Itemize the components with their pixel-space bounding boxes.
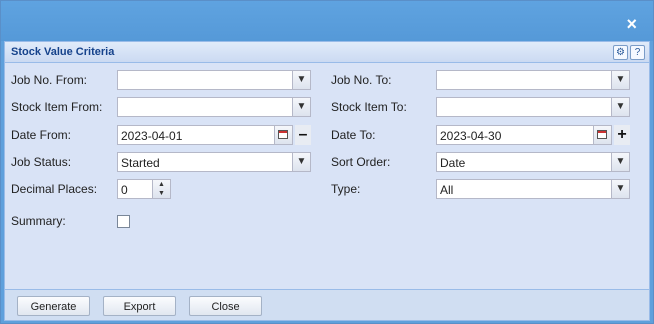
- sort-order-value: Date: [440, 156, 466, 170]
- stock-item-from-label: Stock Item From:: [11, 100, 103, 114]
- sort-order-combo[interactable]: Date ▼: [436, 152, 630, 172]
- date-from-value: 2023-04-01: [121, 129, 183, 143]
- chevron-down-icon[interactable]: ▼: [611, 98, 629, 116]
- spin-up-icon[interactable]: ▲: [158, 181, 165, 188]
- stock-item-from-combo[interactable]: ▼: [117, 97, 311, 117]
- criteria-panel: Stock Value Criteria ⚙ ? Job No. From: ▼…: [4, 41, 650, 321]
- decimal-places-spinner[interactable]: 0 ▲ ▼: [117, 179, 171, 199]
- close-icon[interactable]: ×: [626, 15, 637, 33]
- chevron-down-icon[interactable]: ▼: [292, 153, 310, 171]
- gear-icon[interactable]: ⚙: [613, 45, 628, 60]
- stock-item-to-label: Stock Item To:: [331, 100, 407, 114]
- dialog-window: × Stock Value Criteria ⚙ ? Job No. From:…: [0, 0, 654, 324]
- stock-item-to-combo[interactable]: ▼: [436, 97, 630, 117]
- date-to-label: Date To:: [331, 128, 376, 142]
- date-to-field[interactable]: 2023-04-30: [436, 125, 612, 145]
- plus-button[interactable]: +: [614, 125, 630, 145]
- button-bar: Generate Export Close: [5, 289, 649, 320]
- job-no-from-label: Job No. From:: [11, 73, 88, 87]
- panel-title: Stock Value Criteria: [11, 46, 115, 58]
- chevron-down-icon[interactable]: ▼: [611, 71, 629, 89]
- export-button[interactable]: Export: [103, 296, 176, 316]
- job-status-value: Started: [121, 156, 160, 170]
- sort-order-label: Sort Order:: [331, 155, 391, 169]
- summary-label: Summary:: [11, 214, 66, 228]
- job-no-from-combo[interactable]: ▼: [117, 70, 311, 90]
- type-value: All: [440, 183, 454, 197]
- decimal-places-value: 0: [121, 183, 128, 197]
- dialog-titlebar: ×: [1, 1, 653, 41]
- calendar-icon[interactable]: [274, 126, 292, 144]
- type-label: Type:: [331, 182, 361, 196]
- calendar-glyph: [278, 130, 288, 139]
- help-icon[interactable]: ?: [630, 45, 645, 60]
- date-from-label: Date From:: [11, 128, 72, 142]
- close-button[interactable]: Close: [189, 296, 262, 316]
- spinner-arrows[interactable]: ▲ ▼: [152, 180, 170, 198]
- spin-down-icon[interactable]: ▼: [158, 190, 165, 197]
- calendar-glyph: [597, 130, 607, 139]
- date-from-field[interactable]: 2023-04-01: [117, 125, 293, 145]
- job-no-to-label: Job No. To:: [331, 73, 392, 87]
- chevron-down-icon[interactable]: ▼: [611, 153, 629, 171]
- generate-button[interactable]: Generate: [17, 296, 90, 316]
- job-status-combo[interactable]: Started ▼: [117, 152, 311, 172]
- job-status-label: Job Status:: [11, 155, 72, 169]
- panel-header: Stock Value Criteria ⚙ ?: [5, 42, 649, 63]
- chevron-down-icon[interactable]: ▼: [611, 180, 629, 198]
- type-combo[interactable]: All ▼: [436, 179, 630, 199]
- decimal-places-label: Decimal Places:: [11, 182, 98, 196]
- chevron-down-icon[interactable]: ▼: [292, 71, 310, 89]
- date-to-value: 2023-04-30: [440, 129, 502, 143]
- summary-checkbox[interactable]: [117, 215, 130, 228]
- minus-button[interactable]: –: [295, 125, 311, 145]
- chevron-down-icon[interactable]: ▼: [292, 98, 310, 116]
- job-no-to-combo[interactable]: ▼: [436, 70, 630, 90]
- calendar-icon[interactable]: [593, 126, 611, 144]
